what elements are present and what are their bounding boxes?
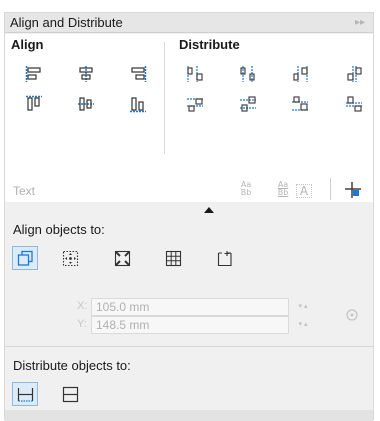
page-extent-button[interactable] <box>57 382 83 406</box>
y-spinner[interactable]: ▾ ▴ <box>290 316 316 334</box>
specified-point-button[interactable] <box>212 246 238 270</box>
selection-extent-button[interactable] <box>12 382 38 406</box>
page-edge-button[interactable] <box>57 246 83 270</box>
page-edge-icon <box>62 250 79 267</box>
distribute-right-icon[interactable] <box>291 65 309 83</box>
text-icon-a: A <box>299 184 309 198</box>
grid-button[interactable] <box>160 246 186 270</box>
align-right-icon[interactable] <box>129 65 147 83</box>
distribute-spacing-horizontal-icon[interactable] <box>345 65 363 83</box>
distribute-left-icon[interactable] <box>186 65 204 83</box>
page-center-icon <box>114 250 131 267</box>
x-axis-label: X: <box>77 300 88 312</box>
specified-point-icon <box>217 251 232 267</box>
distribute-spacing-vertical-icon[interactable] <box>345 95 363 113</box>
distribute-top-icon[interactable] <box>186 95 204 113</box>
double-chevron-right-icon[interactable]: ▸▸ <box>355 13 365 33</box>
x-coordinate-field[interactable]: 105.0 mm <box>91 298 289 316</box>
distribute-center-vertical-icon[interactable] <box>239 95 257 113</box>
selection-extent-icon <box>17 388 34 402</box>
toolbar-separator <box>330 178 331 200</box>
align-bottom-icon[interactable] <box>129 95 147 113</box>
align-distribute-panel: Align and Distribute ▸▸ Align Distribute <box>4 12 374 421</box>
text-icon-lower-2: Bb <box>277 188 289 197</box>
panel-title-bar[interactable]: Align and Distribute ▸▸ <box>5 13 373 33</box>
text-bounding-box-icon[interactable]: A <box>296 184 312 198</box>
distribute-bottom-icon[interactable] <box>291 95 309 113</box>
section-divider-line <box>5 346 373 347</box>
align-left-icon[interactable] <box>25 65 43 83</box>
active-objects-button[interactable] <box>12 246 38 270</box>
distribute-objects-to-label: Distribute objects to: <box>13 358 131 373</box>
target-point-icon[interactable] <box>345 308 359 322</box>
text-icon-lower: Bb <box>240 188 252 197</box>
page-center-button[interactable] <box>109 246 135 270</box>
y-coordinate-field[interactable]: 148.5 mm <box>91 316 289 334</box>
collapse-caret-icon[interactable] <box>204 207 214 213</box>
distribute-center-horizontal-icon[interactable] <box>239 65 257 83</box>
outline-alignment-icon[interactable] <box>344 181 362 199</box>
distribute-section-label: Distribute <box>179 37 240 52</box>
y-axis-label: Y: <box>77 318 87 330</box>
page-extent-icon <box>62 386 79 403</box>
align-section-label: Align <box>11 37 44 52</box>
options-section: Align objects to: X: 105.0 mm ▾ ▴ Y: 148… <box>5 202 373 421</box>
align-objects-to-label: Align objects to: <box>13 222 105 237</box>
grid-icon <box>165 250 182 267</box>
text-baseline-icon[interactable]: Aa Bb <box>237 181 255 197</box>
active-objects-icon <box>17 250 33 266</box>
section-divider <box>164 42 165 154</box>
text-first-line-icon[interactable]: Aa Bb <box>274 181 292 197</box>
x-spinner[interactable]: ▾ ▴ <box>290 298 316 316</box>
align-distribute-section: Align Distribute Text Aa Bb Aa Bb A <box>5 34 373 202</box>
align-top-icon[interactable] <box>25 95 43 113</box>
panel-bottom-strip <box>5 410 373 421</box>
align-center-vertical-icon[interactable] <box>77 95 95 113</box>
panel-title: Align and Distribute <box>10 15 123 30</box>
text-row-label: Text <box>13 184 36 198</box>
align-center-horizontal-icon[interactable] <box>77 65 95 83</box>
